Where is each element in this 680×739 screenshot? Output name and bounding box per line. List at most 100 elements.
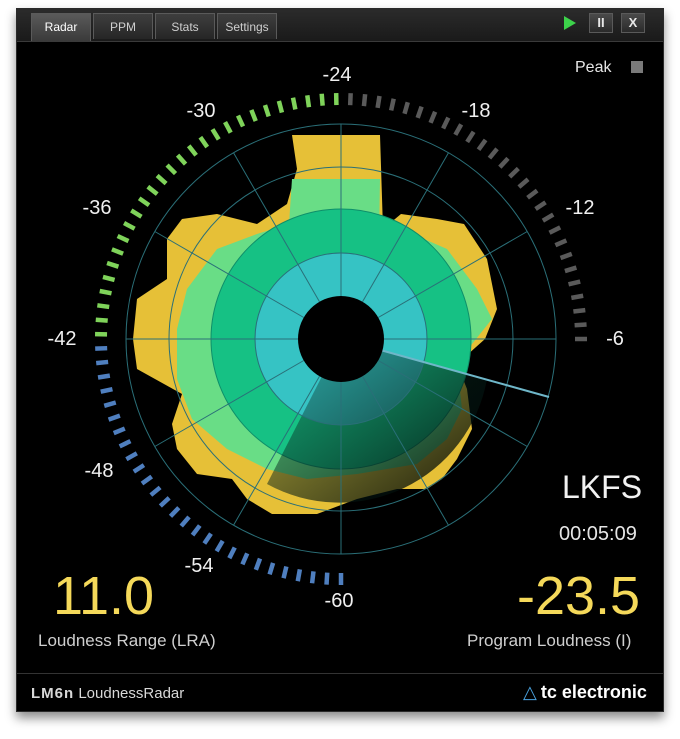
scale-tick bbox=[130, 208, 143, 219]
loudness-radar-window: Radar PPM Stats Settings II X -24 -18 -1… bbox=[16, 8, 664, 712]
scale-tick bbox=[190, 524, 202, 537]
scale-tick bbox=[324, 572, 330, 585]
product-model: LM6n bbox=[31, 685, 75, 702]
scale-tick bbox=[140, 474, 154, 486]
scale-tick bbox=[158, 496, 171, 508]
scale-tick bbox=[361, 93, 368, 107]
scale-tick bbox=[227, 546, 237, 560]
scale-label--60: -60 bbox=[325, 590, 354, 612]
scale-tick bbox=[95, 359, 109, 366]
scale-tick bbox=[290, 97, 298, 110]
scale-tick bbox=[534, 200, 547, 211]
scale-tick bbox=[281, 566, 289, 579]
radar-hub bbox=[298, 296, 384, 382]
scale-tick bbox=[103, 400, 117, 408]
scale-tick bbox=[210, 128, 221, 141]
scale-tick bbox=[415, 105, 424, 119]
scale-tick bbox=[548, 225, 562, 235]
scale-tick bbox=[559, 251, 573, 261]
elapsed-time: 00:05:09 bbox=[559, 523, 637, 545]
scale-tick bbox=[106, 260, 120, 269]
scale-tick bbox=[97, 303, 110, 310]
scale-tick bbox=[253, 557, 263, 571]
scale-label--30: -30 bbox=[187, 100, 216, 122]
unit-label: LKFS bbox=[562, 469, 643, 505]
peak-indicator bbox=[631, 61, 643, 73]
scale-tick bbox=[465, 130, 476, 144]
scale-tick bbox=[568, 279, 581, 287]
scale-tick bbox=[235, 114, 246, 128]
scale-tick bbox=[95, 317, 108, 323]
program-loudness-value: -23.5 bbox=[517, 566, 641, 626]
scale-tick bbox=[175, 153, 188, 166]
scale-tick bbox=[573, 307, 586, 314]
scale-label--36: -36 bbox=[83, 197, 112, 219]
scale-tick bbox=[428, 110, 438, 124]
product-title: LoudnessRadar bbox=[78, 685, 185, 702]
scale-tick bbox=[97, 373, 111, 380]
scale-tick bbox=[441, 116, 451, 130]
scale-tick bbox=[186, 144, 198, 157]
scale-tick bbox=[122, 221, 136, 231]
scale-label--54: -54 bbox=[185, 555, 214, 577]
scale-label--48: -48 bbox=[85, 460, 114, 482]
scale-tick bbox=[112, 426, 126, 436]
scale-tick bbox=[476, 138, 488, 152]
scale-tick bbox=[118, 439, 132, 449]
scale-tick bbox=[375, 95, 382, 109]
scale-tick bbox=[102, 274, 116, 283]
scale-tick bbox=[498, 156, 510, 169]
scale-tick bbox=[487, 147, 499, 160]
scale-tick bbox=[223, 120, 233, 134]
brand-name: tc electronic bbox=[540, 682, 647, 702]
scale-tick bbox=[526, 188, 539, 200]
scale-tick bbox=[295, 568, 303, 582]
scale-label--18: -18 bbox=[462, 100, 491, 122]
program-loudness-label: Program Loudness (I) bbox=[467, 631, 632, 650]
scale-tick bbox=[309, 571, 316, 584]
scale-tick bbox=[100, 386, 113, 394]
scale-tick bbox=[517, 177, 530, 189]
tc-logo-icon: △ bbox=[523, 682, 537, 702]
scale-label--24: -24 bbox=[323, 64, 352, 86]
footer-divider bbox=[17, 673, 663, 674]
scale-tick bbox=[214, 539, 225, 553]
scale-tick bbox=[99, 288, 112, 296]
scale-tick bbox=[107, 413, 121, 422]
scale-tick bbox=[155, 173, 168, 186]
scale-tick bbox=[570, 293, 584, 301]
lra-value: 11.0 bbox=[53, 566, 155, 626]
scale-tick bbox=[267, 562, 276, 576]
scale-tick bbox=[319, 93, 325, 106]
scale-tick bbox=[388, 98, 396, 111]
scale-label--12: -12 bbox=[566, 197, 595, 219]
scale-tick bbox=[137, 196, 151, 208]
lra-label: Loudness Range (LRA) bbox=[38, 631, 216, 650]
peak-label: Peak bbox=[575, 59, 612, 76]
scale-tick bbox=[202, 532, 213, 545]
scale-tick bbox=[305, 95, 312, 108]
scale-tick bbox=[574, 322, 587, 328]
scale-tick bbox=[165, 163, 178, 176]
scale-tick bbox=[111, 247, 124, 256]
scale-tick bbox=[508, 166, 520, 179]
scale-tick bbox=[402, 101, 410, 115]
scale-tick bbox=[116, 233, 130, 244]
scale-tick bbox=[240, 552, 250, 566]
scale-tick bbox=[541, 212, 555, 223]
scale-tick bbox=[132, 463, 146, 474]
product-name: LM6n LoudnessRadar bbox=[31, 685, 184, 702]
scale-tick bbox=[146, 184, 159, 196]
scale-tick bbox=[198, 135, 210, 149]
scale-tick bbox=[554, 238, 568, 248]
scale-tick bbox=[168, 506, 181, 518]
brand-logo: △ tc electronic bbox=[523, 682, 647, 703]
scale-label--6: -6 bbox=[606, 328, 624, 350]
scale-tick bbox=[262, 104, 271, 118]
scale-tick bbox=[125, 451, 138, 462]
scale-tick bbox=[453, 123, 464, 136]
scale-label--42: -42 bbox=[48, 328, 77, 350]
scale-tick bbox=[249, 109, 258, 122]
scale-tick bbox=[149, 485, 162, 497]
scale-tick bbox=[276, 100, 285, 114]
